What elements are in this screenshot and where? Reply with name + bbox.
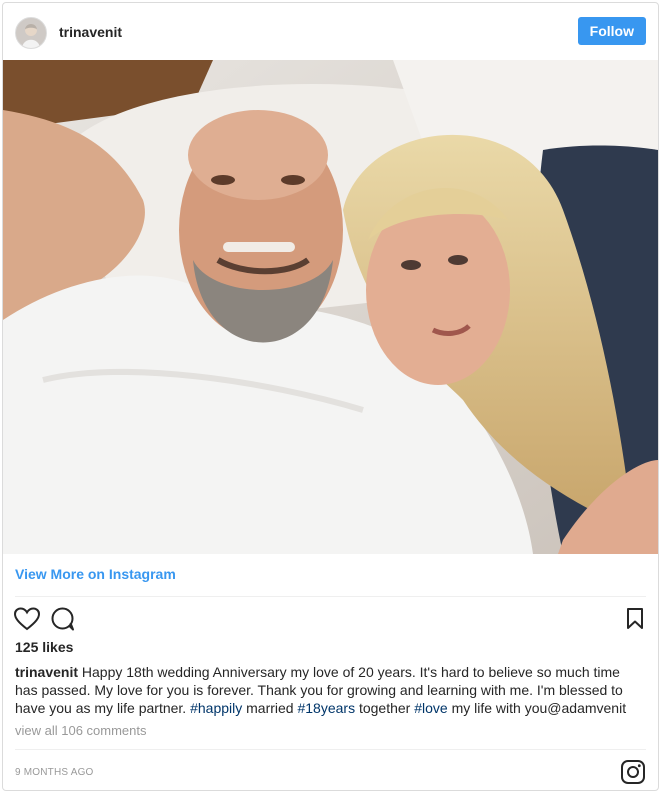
post-caption: trinavenit Happy 18th wedding Anniversar…	[15, 663, 645, 717]
hashtag-link[interactable]: #happily	[190, 700, 242, 716]
view-more-link[interactable]: View More on Instagram	[15, 566, 176, 582]
caption-text: my life with you@adamvenit	[447, 700, 627, 716]
view-all-comments-link[interactable]: view all 106 comments	[15, 723, 147, 738]
divider	[15, 596, 646, 597]
action-bar	[3, 601, 658, 637]
heart-icon[interactable]	[13, 607, 41, 636]
caption-username[interactable]: trinavenit	[15, 664, 78, 680]
divider	[15, 749, 646, 750]
hashtag-link[interactable]: #love	[414, 700, 447, 716]
post-username[interactable]: trinavenit	[59, 24, 122, 40]
comment-icon[interactable]	[50, 607, 76, 636]
caption-text: married	[242, 700, 298, 716]
instagram-embed-card: trinavenit Follow View More on Instagram…	[2, 2, 659, 791]
follow-button[interactable]: Follow	[577, 17, 646, 45]
caption-text: together	[355, 700, 415, 716]
post-photo[interactable]	[3, 60, 658, 554]
post-timestamp: 9 MONTHS AGO	[15, 767, 94, 778]
post-header: trinavenit Follow	[3, 3, 658, 60]
avatar[interactable]	[15, 17, 47, 49]
bookmark-icon[interactable]	[626, 608, 644, 635]
like-count[interactable]: 125 likes	[15, 639, 73, 655]
instagram-logo-icon[interactable]	[620, 759, 646, 785]
hashtag-link[interactable]: #18years	[297, 700, 355, 716]
